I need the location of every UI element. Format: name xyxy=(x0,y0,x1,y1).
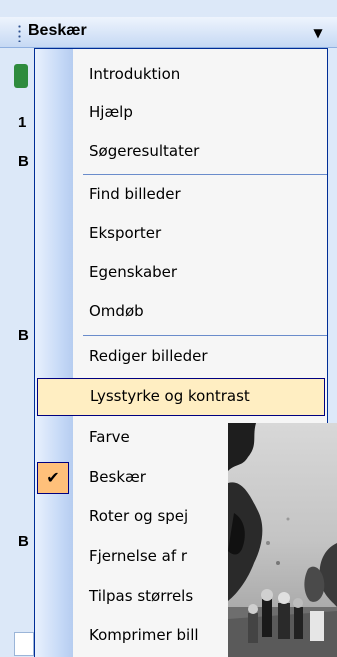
menu-item-soegeresultater[interactable]: Søgeresultater xyxy=(35,133,327,171)
menu-item-label: Find billeder xyxy=(89,185,181,203)
menu-item-label: Hjælp xyxy=(89,103,133,121)
back-icon[interactable] xyxy=(14,64,28,88)
menu-item-hjaelp[interactable]: Hjælp xyxy=(35,94,327,132)
pane-partial-label: B xyxy=(18,153,29,170)
menu-item-introduktion[interactable]: Introduktion xyxy=(35,56,327,94)
menu-item-label: Egenskaber xyxy=(89,263,178,281)
grip-handle-icon[interactable] xyxy=(18,24,21,42)
menu-item-rediger-billeder[interactable]: Rediger billeder xyxy=(35,338,327,376)
triangle-down-icon[interactable]: ▼ xyxy=(307,24,329,42)
menu-item-find-billeder[interactable]: Find billeder xyxy=(35,176,327,214)
task-pane-header[interactable]: Beskær ▼ xyxy=(0,17,337,48)
menu-item-label: Tilpas størrels xyxy=(89,587,194,605)
task-pane-title: Beskær xyxy=(28,22,87,39)
menu-item-label: Omdøb xyxy=(89,302,144,320)
menu-item-label: Roter og spej xyxy=(89,507,189,525)
menu-item-label: Rediger billeder xyxy=(89,347,208,365)
menu-item-label: Farve xyxy=(89,428,130,446)
photo-preview xyxy=(228,423,337,657)
menu-item-label: Lysstyrke og kontrast xyxy=(90,387,250,405)
menu-item-label: Søgeresultater xyxy=(89,142,200,160)
menu-item-egenskaber[interactable]: Egenskaber xyxy=(35,254,327,292)
menu-item-label: Fjernelse af r xyxy=(89,547,188,565)
pane-partial-label: B xyxy=(18,327,29,344)
menu-separator xyxy=(83,335,327,336)
pane-partial-label: B xyxy=(18,533,29,550)
menu-item-lysstyrke-og-kontrast[interactable]: Lysstyrke og kontrast xyxy=(37,378,325,416)
menu-item-label: Komprimer bill xyxy=(89,626,199,644)
pane-partial-field xyxy=(14,632,34,656)
checkmark-icon: ✔ xyxy=(37,462,69,494)
photo-image xyxy=(228,423,337,657)
menu-item-eksporter[interactable]: Eksporter xyxy=(35,215,327,253)
menu-item-label: Introduktion xyxy=(89,65,181,83)
pane-partial-label: 1 xyxy=(18,114,27,131)
menu-separator xyxy=(83,174,327,175)
menu-item-label: Beskær xyxy=(89,468,146,486)
menu-item-omdoeb[interactable]: Omdøb xyxy=(35,293,327,331)
menu-item-label: Eksporter xyxy=(89,224,162,242)
